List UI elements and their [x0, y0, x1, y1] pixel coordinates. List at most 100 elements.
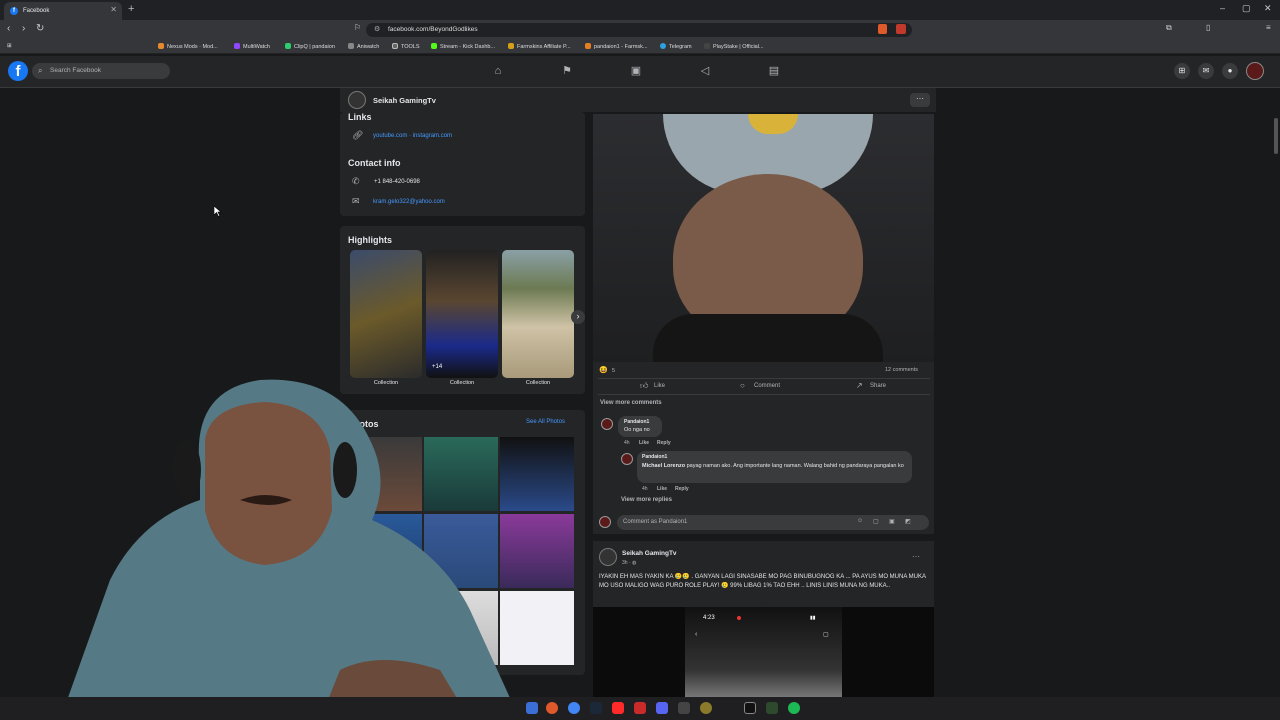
notifications-bell-icon[interactable]: ● — [1222, 63, 1238, 79]
taskbar-app-icon[interactable] — [634, 702, 646, 714]
shirt-shape — [653, 314, 883, 362]
comment-reply[interactable]: Reply — [675, 486, 689, 492]
profile-avatar[interactable] — [348, 91, 366, 109]
email-link[interactable]: kram.gelo322@yahoo.com — [373, 199, 445, 205]
comment-input[interactable]: Comment as Pandaion1 ☺ ▢ ▣ ◩ — [617, 515, 929, 530]
bookmark-icon[interactable]: ⚐ — [354, 23, 361, 32]
taskbar-app-icon[interactable] — [766, 702, 778, 714]
new-tab-icon[interactable]: + — [128, 3, 134, 15]
search-icon: ⌕ — [38, 66, 43, 75]
profile-name[interactable]: Seikah GamingTv — [373, 96, 436, 105]
ads-megaphone-icon[interactable]: ◁ — [698, 64, 712, 78]
taskbar-spotify-icon[interactable] — [788, 702, 800, 714]
reload-icon[interactable]: ↻ — [36, 23, 44, 34]
taskbar-app-icon[interactable] — [526, 702, 538, 714]
haha-reaction-icon: 😆 — [599, 367, 608, 374]
taskbar-app-icon[interactable] — [678, 702, 690, 714]
back-icon[interactable]: ‹ — [7, 23, 10, 34]
post-image[interactable] — [593, 114, 934, 362]
bookmark-item[interactable]: TOOLS — [392, 43, 420, 50]
commenter-avatar[interactable] — [601, 418, 613, 430]
bookmark-item[interactable]: PlayStake | Official... — [704, 43, 764, 50]
marketplace-icon[interactable]: ▣ — [629, 64, 643, 78]
post-time[interactable]: 3h · ◍ — [622, 560, 636, 566]
url-bar[interactable]: ⚙ facebook.com/BeyondGodlikes — [366, 23, 912, 37]
bookmark-item[interactable]: Nexus Mods · Mod... — [158, 43, 218, 50]
post-media[interactable]: 4:23 ▮▮ ‹ ▢ — [593, 607, 934, 697]
highlights-next-icon[interactable]: › — [571, 310, 585, 324]
public-globe-icon: ◍ — [632, 560, 637, 566]
comment-like[interactable]: Like — [639, 440, 649, 446]
bookmark-item[interactable]: Aniwatch — [348, 43, 379, 50]
share-button[interactable]: Share — [870, 383, 886, 389]
gif-icon[interactable]: ▣ — [889, 518, 895, 525]
facebook-logo-icon[interactable]: f — [8, 61, 28, 81]
emoji-icon[interactable]: ☺ — [857, 518, 863, 524]
bookmark-item[interactable]: Telegram — [660, 43, 692, 50]
comment-button[interactable]: Comment — [754, 383, 780, 389]
browser-tab-bar: f Facebook ✕ + – ▢ ✕ — [0, 0, 1280, 20]
apps-icon[interactable]: ⊞ — [7, 43, 12, 49]
close-tab-icon[interactable]: ✕ — [110, 5, 117, 14]
menu-icon[interactable]: ≡ — [1266, 23, 1271, 32]
bookmark-item[interactable]: Stream - Kick Dashb... — [431, 43, 495, 50]
comment-like[interactable]: Like — [657, 486, 667, 492]
bookmark-item[interactable]: pandaion1 - Farmsk... — [585, 43, 648, 50]
like-button[interactable]: Like — [654, 383, 665, 389]
maximize-icon[interactable]: ▢ — [1242, 3, 1251, 14]
sticker-icon[interactable]: ◩ — [905, 518, 911, 525]
highlights-heading: Highlights — [348, 235, 392, 245]
url-text: facebook.com/BeyondGodlikes — [388, 26, 478, 33]
commenter-avatar[interactable] — [621, 453, 633, 465]
taskbar-discord-icon[interactable] — [656, 702, 668, 714]
messenger-icon[interactable]: ✉ — [1198, 63, 1214, 79]
comment-text-wrap: Michael Lorenzo payag naman ako. Ang imp… — [642, 462, 907, 471]
share-icon: ↗ — [856, 381, 863, 390]
menu-grid-icon[interactable]: ⊞ — [1174, 63, 1190, 79]
comments-count[interactable]: 12 comments — [885, 367, 918, 373]
site-info-icon[interactable]: ⚙ — [374, 23, 380, 37]
taskbar-brave-icon[interactable] — [546, 702, 558, 714]
camera-icon[interactable]: ▢ — [873, 518, 879, 525]
taskbar-app-icon[interactable] — [744, 702, 756, 714]
taskbar-adobe-icon[interactable] — [612, 702, 624, 714]
links-value[interactable]: youtube.com · instagram.com — [373, 133, 452, 139]
bookmark-item[interactable]: Farmskins Affiliate P... — [508, 43, 571, 50]
pages-flag-icon[interactable]: ⚑ — [560, 64, 574, 78]
post-more-icon[interactable]: ··· — [912, 552, 920, 561]
extensions-icon[interactable]: ⧉ — [1166, 23, 1172, 33]
account-avatar[interactable] — [1246, 62, 1264, 80]
bookmark-item[interactable]: MultiWatch — [234, 43, 270, 50]
tab-facebook[interactable]: f Facebook ✕ — [4, 2, 122, 20]
events-icon[interactable]: ▤ — [767, 64, 781, 78]
post-author[interactable]: Seikah GamingTv — [622, 550, 677, 557]
mention-link[interactable]: Michael Lorenzo — [642, 463, 685, 469]
search-input[interactable]: ⌕ Search Facebook — [32, 63, 170, 79]
view-more-replies-link[interactable]: View more replies — [621, 497, 672, 503]
bookmarks-bar: ⊞ Nexus Mods · Mod... MultiWatch ClipQ |… — [0, 40, 1280, 54]
brave-rewards-icon[interactable] — [896, 24, 906, 34]
headphone-shape — [173, 440, 201, 500]
forward-icon[interactable]: › — [22, 23, 25, 34]
comment-bubble: Pandaion1 Michael Lorenzo payag naman ak… — [637, 451, 912, 483]
phone-icon: ✆ — [352, 176, 360, 186]
page-scrollbar[interactable] — [1274, 118, 1278, 154]
comment-bubble: Pandaion1 Oo nga no — [618, 416, 662, 437]
comment-author[interactable]: Pandaion1 — [642, 454, 667, 460]
more-options-button[interactable]: ··· — [910, 93, 930, 107]
comment-author[interactable]: Pandaion1 — [624, 419, 649, 425]
close-window-icon[interactable]: ✕ — [1264, 3, 1272, 14]
comment-text: payag naman ako. Ang importante lang nam… — [686, 463, 904, 469]
brave-shield-icon[interactable] — [878, 24, 887, 34]
post-author-avatar[interactable] — [599, 548, 617, 566]
comment-reply[interactable]: Reply — [657, 440, 671, 446]
home-icon[interactable]: ⌂ — [491, 64, 505, 78]
sidebar-icon[interactable]: ▯ — [1206, 23, 1210, 32]
taskbar-app-icon[interactable] — [700, 702, 712, 714]
bookmark-item[interactable]: ClipQ | pandaion — [285, 43, 335, 50]
reaction-count[interactable]: 5 — [612, 368, 615, 374]
view-more-comments-link[interactable]: View more comments — [600, 400, 662, 406]
taskbar-chrome-icon[interactable] — [568, 702, 580, 714]
taskbar-steam-icon[interactable] — [590, 702, 602, 714]
minimize-icon[interactable]: – — [1220, 3, 1225, 13]
